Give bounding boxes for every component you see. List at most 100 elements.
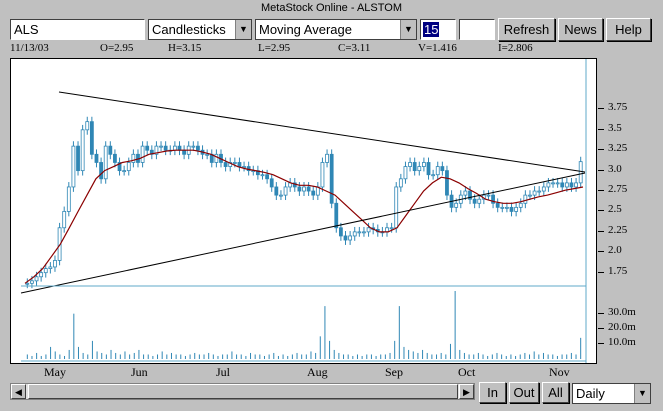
month-label: Jun <box>131 365 148 379</box>
candle-body <box>145 145 150 151</box>
candle-body <box>76 145 80 172</box>
candle-body <box>509 206 514 212</box>
volume-tick-mark <box>598 327 604 329</box>
period-input[interactable]: 15 <box>420 19 456 40</box>
candle-body <box>514 206 519 212</box>
chevron-down-icon[interactable]: ▼ <box>235 20 251 39</box>
price-tick-label: 3.25 <box>608 142 628 155</box>
month-label: Nov <box>549 365 570 379</box>
candle-body <box>302 186 306 192</box>
volume-tick-label: 30.0m <box>608 305 636 318</box>
volume-tick-mark <box>598 342 604 344</box>
candle-body <box>440 166 445 172</box>
window-title: MetaStock Online - ALSTOM <box>260 2 403 14</box>
candle-body <box>71 145 76 188</box>
price-tick-label: 2.75 <box>608 183 628 196</box>
price-tick-mark <box>598 169 604 171</box>
candle-body <box>306 186 311 192</box>
candle-body <box>569 182 574 188</box>
candle-body <box>30 280 34 284</box>
news-button[interactable]: News <box>558 18 603 41</box>
candle-body <box>25 282 30 285</box>
price-tick-mark <box>598 190 604 192</box>
scroll-thumb[interactable] <box>28 384 458 399</box>
candle-body <box>394 186 399 229</box>
quote-date: 11/13/03 <box>10 42 49 54</box>
chart-type-select[interactable]: Candlesticks ▼ <box>148 19 252 40</box>
indicator-select[interactable]: Moving Average ▼ <box>255 19 417 40</box>
scroll-left-icon[interactable]: ◀ <box>11 384 26 399</box>
month-label: Oct <box>458 365 476 379</box>
help-button[interactable]: Help <box>606 18 651 41</box>
month-label: Jul <box>216 365 231 379</box>
scroll-right-icon[interactable]: ▶ <box>459 384 474 399</box>
candle-body <box>311 190 316 196</box>
quote-volume: V=1.416 <box>418 42 457 54</box>
candle-body <box>34 276 39 282</box>
price-tick-mark <box>598 128 604 130</box>
candle-body <box>39 272 44 278</box>
candle-body <box>518 202 523 208</box>
zoom-all-button[interactable]: All <box>542 382 569 403</box>
candle-body <box>274 186 279 196</box>
quote-info-bar: 11/13/03 O=2.95 H=3.15 L=2.95 C=3.11 V=1… <box>10 42 597 56</box>
chevron-down-icon[interactable]: ▼ <box>634 384 650 403</box>
candle-body <box>477 198 482 204</box>
month-label: Aug <box>307 365 328 379</box>
candle-body <box>232 162 237 164</box>
price-tick-label: 1.75 <box>608 264 628 277</box>
candle-body <box>532 190 537 196</box>
candle-body <box>214 153 219 163</box>
chevron-down-icon[interactable]: ▼ <box>400 20 416 39</box>
candle-body <box>385 227 389 233</box>
zoom-out-button[interactable]: Out <box>509 382 539 403</box>
candle-body <box>113 153 117 163</box>
candle-body <box>431 174 436 177</box>
candle-body <box>329 153 334 204</box>
candle-body <box>408 162 412 167</box>
time-axis: May Jun Jul Aug Sep Oct Nov <box>10 365 597 381</box>
candle-body <box>426 162 431 176</box>
price-tick-label: 2.0 <box>608 244 622 257</box>
candle-body <box>389 227 394 230</box>
zoom-in-button[interactable]: In <box>479 382 506 403</box>
candle-body <box>486 194 491 197</box>
quote-close: C=3.11 <box>338 42 371 54</box>
candle-body <box>505 206 509 209</box>
candle-body <box>237 162 242 167</box>
refresh-button[interactable]: Refresh <box>498 18 555 41</box>
candle-body <box>283 186 288 196</box>
candle-body <box>122 170 127 173</box>
extra-input[interactable] <box>459 19 495 40</box>
candle-body <box>357 231 362 234</box>
symbol-input[interactable]: ALS <box>10 19 145 40</box>
interval-select[interactable]: Daily ▼ <box>572 383 651 404</box>
candle-body <box>555 182 560 185</box>
candle-body <box>163 145 168 151</box>
candle-body <box>334 202 339 229</box>
chart-area[interactable] <box>10 58 597 364</box>
candle-body <box>560 182 565 188</box>
candle-body <box>551 182 555 185</box>
price-tick-mark <box>598 149 604 151</box>
candle-body <box>398 178 403 188</box>
horizontal-scrollbar[interactable]: ◀ ▶ <box>10 383 475 400</box>
candle-body <box>159 145 163 148</box>
candle-body <box>94 153 99 163</box>
candle-body <box>325 153 329 163</box>
candle-body <box>564 182 569 188</box>
quote-open: O=2.95 <box>100 42 134 54</box>
candle-body <box>417 166 422 172</box>
candle-body <box>574 182 578 188</box>
candle-body <box>140 145 145 163</box>
candle-body <box>528 194 532 197</box>
candle-body <box>352 231 357 237</box>
candle-body <box>89 121 94 155</box>
candle-body <box>495 202 500 208</box>
candle-body <box>108 145 113 155</box>
candle-body <box>546 182 551 188</box>
candle-body <box>43 268 48 274</box>
candle-body <box>541 186 546 192</box>
candle-body <box>80 129 85 172</box>
candle-body <box>182 149 186 155</box>
